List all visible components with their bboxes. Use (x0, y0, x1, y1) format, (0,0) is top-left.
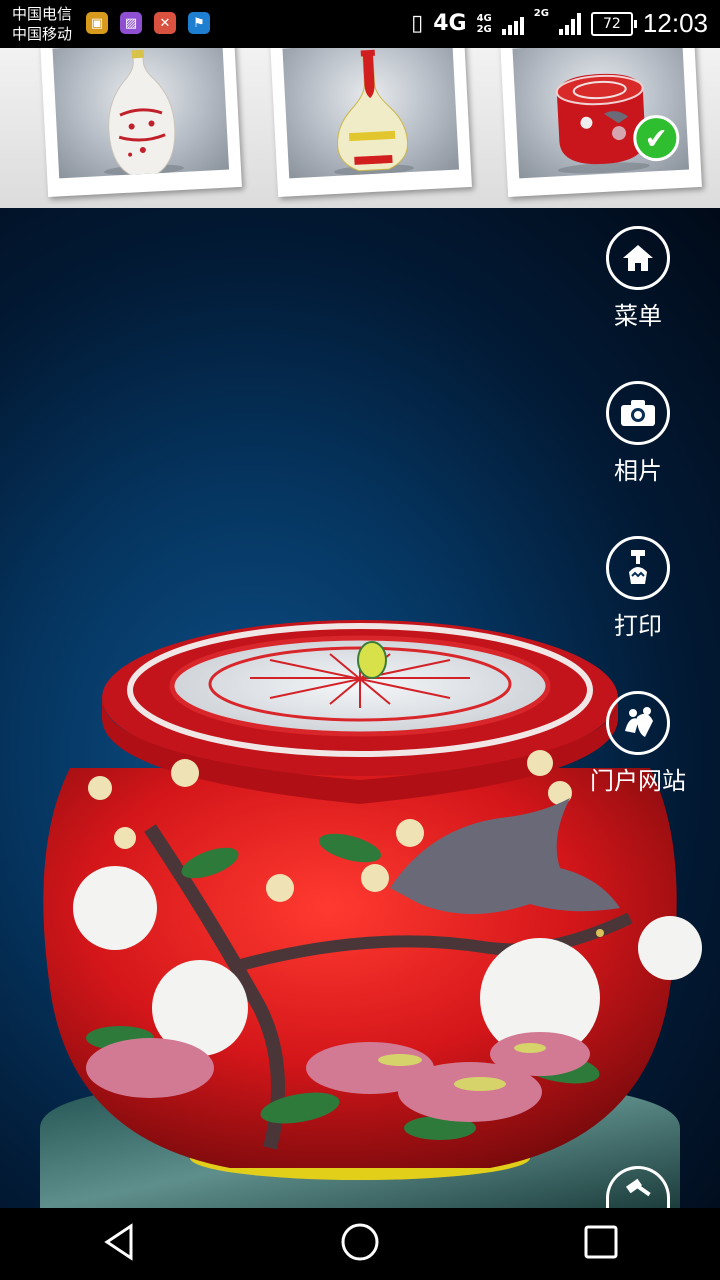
home-circle-icon[interactable] (340, 1222, 380, 1266)
portal-button[interactable]: 门户网站 (578, 691, 698, 796)
carrier-2: 中国移动 (12, 25, 73, 43)
auction-button[interactable] (578, 1166, 698, 1208)
sim-toolkit-icon: ▣ (86, 12, 108, 34)
recents-icon[interactable] (583, 1224, 619, 1264)
carrier-1: 中国电信 (12, 5, 73, 23)
network-type: 4G (433, 11, 467, 36)
print-label: 打印 (614, 612, 662, 640)
camera-icon (606, 381, 670, 445)
back-icon[interactable] (101, 1222, 137, 1266)
battery-icon: 72 (590, 11, 637, 36)
dual-network: 4G 2G (477, 13, 492, 35)
network-sim1: 4G (476, 12, 492, 24)
network-sim2: 2G (476, 23, 492, 35)
notification-icons: ▣ ▨ ✕ ⚑ (86, 12, 210, 34)
photos-label: 相片 (614, 457, 662, 485)
battery-level: 72 (603, 15, 621, 32)
thumbnail-red-jar[interactable]: ✔ (500, 31, 702, 197)
white-red-vase-image (103, 49, 184, 177)
portal-community-icon (606, 691, 670, 755)
menu-button[interactable]: 菜单 (578, 226, 698, 331)
signal-icon-2 (558, 12, 581, 35)
thumbnail-gold-garlic-vase[interactable] (270, 31, 472, 197)
vibrate-icon: ▯ (411, 11, 424, 36)
gold-garlic-vase-image (333, 49, 414, 176)
tools-icon: ✕ (154, 12, 176, 34)
carrier-names: 中国电信 中国移动 (12, 4, 72, 44)
gallery-icon: ▨ (120, 12, 142, 34)
signal-icon-1 (501, 13, 524, 35)
model-thumbnail-strip: ✔ (0, 31, 720, 208)
menu-label: 菜单 (614, 302, 662, 330)
3d-print-icon (606, 536, 670, 600)
home-icon (606, 226, 670, 290)
thumbnail-white-red-vase[interactable] (40, 31, 242, 197)
gavel-icon (606, 1166, 670, 1208)
portal-label: 门户网站 (590, 767, 686, 795)
status-right: ▯ 4G 4G 2G 2G 72 12:03 (411, 8, 708, 39)
print-button[interactable]: 打印 (578, 536, 698, 641)
photos-button[interactable]: 相片 (578, 381, 698, 486)
network-second: 2G (533, 8, 549, 19)
pottery-3d-viewport[interactable]: 菜单 相片 打印 门户网站 (0, 208, 720, 1208)
clock: 12:03 (642, 8, 708, 38)
status-bar: 中国电信 中国移动 ▣ ▨ ✕ ⚑ ▯ 4G 4G 2G 2G 72 12:03 (0, 0, 720, 48)
flag-app-icon: ⚑ (188, 12, 210, 34)
navigation-bar (0, 1208, 720, 1280)
